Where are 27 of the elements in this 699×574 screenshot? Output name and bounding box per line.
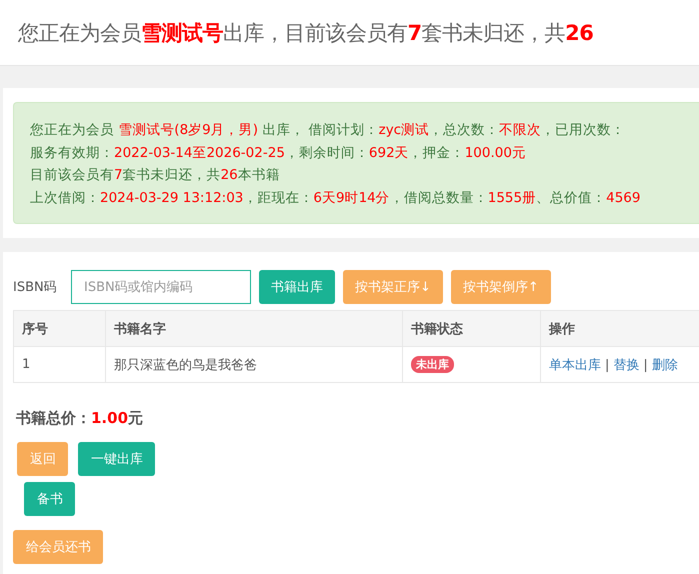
action-button[interactable]: 给会员还书 [13, 530, 103, 564]
table-cell: 那只深蓝色的鸟是我爸爸 [106, 346, 402, 382]
action-button[interactable]: 备书 [24, 482, 75, 516]
page-headline: 您正在为会员雪测试号出库，目前该会员有7套书未归还，共26 [18, 20, 594, 46]
status-badge: 未出库 [411, 356, 454, 373]
column-header: 序号 [14, 310, 106, 346]
action-link[interactable]: 删除 [652, 358, 678, 372]
toolbar-button[interactable]: 书籍出库 [259, 270, 335, 304]
column-header: 书籍状态 [402, 310, 540, 346]
column-header: 操作 [540, 310, 699, 346]
table-cell: 1 [14, 346, 106, 382]
isbn-input[interactable]: ISBN码或馆内编码 [71, 270, 251, 304]
info-line: 上次借阅：2024-03-29 13:12:03，距现在：6天9时14分，借阅总数量：1555册、总价值：4569 [30, 188, 642, 208]
link-separator: | [643, 358, 648, 372]
action-link[interactable]: 单本出库 [549, 358, 601, 372]
toolbar-button[interactable]: 按书架倒序↑ [450, 270, 551, 304]
action-button[interactable]: 返回 [17, 442, 68, 476]
total-price: 书籍总价：1.00元 [16, 409, 144, 428]
info-line: 目前该会员有7套书未归还，共26本书籍 [30, 166, 281, 185]
column-header: 书籍名字 [106, 310, 402, 346]
isbn-label: ISBN码 [13, 279, 58, 296]
action-link[interactable]: 替换 [613, 358, 640, 372]
info-line: 您正在为会员 雪测试号(8岁9月，男) 出库， 借阅计划：zyc测试，总次数：不限次，已用次数： [30, 121, 626, 140]
toolbar-button[interactable]: 按书架正序↓ [343, 270, 443, 304]
link-separator: | [605, 358, 610, 372]
info-line: 服务有效期：2022-03-14至2026-02-25，剩余时间：692天，押金：100.00元 [30, 144, 527, 162]
action-button[interactable]: 一键出库 [78, 442, 155, 476]
